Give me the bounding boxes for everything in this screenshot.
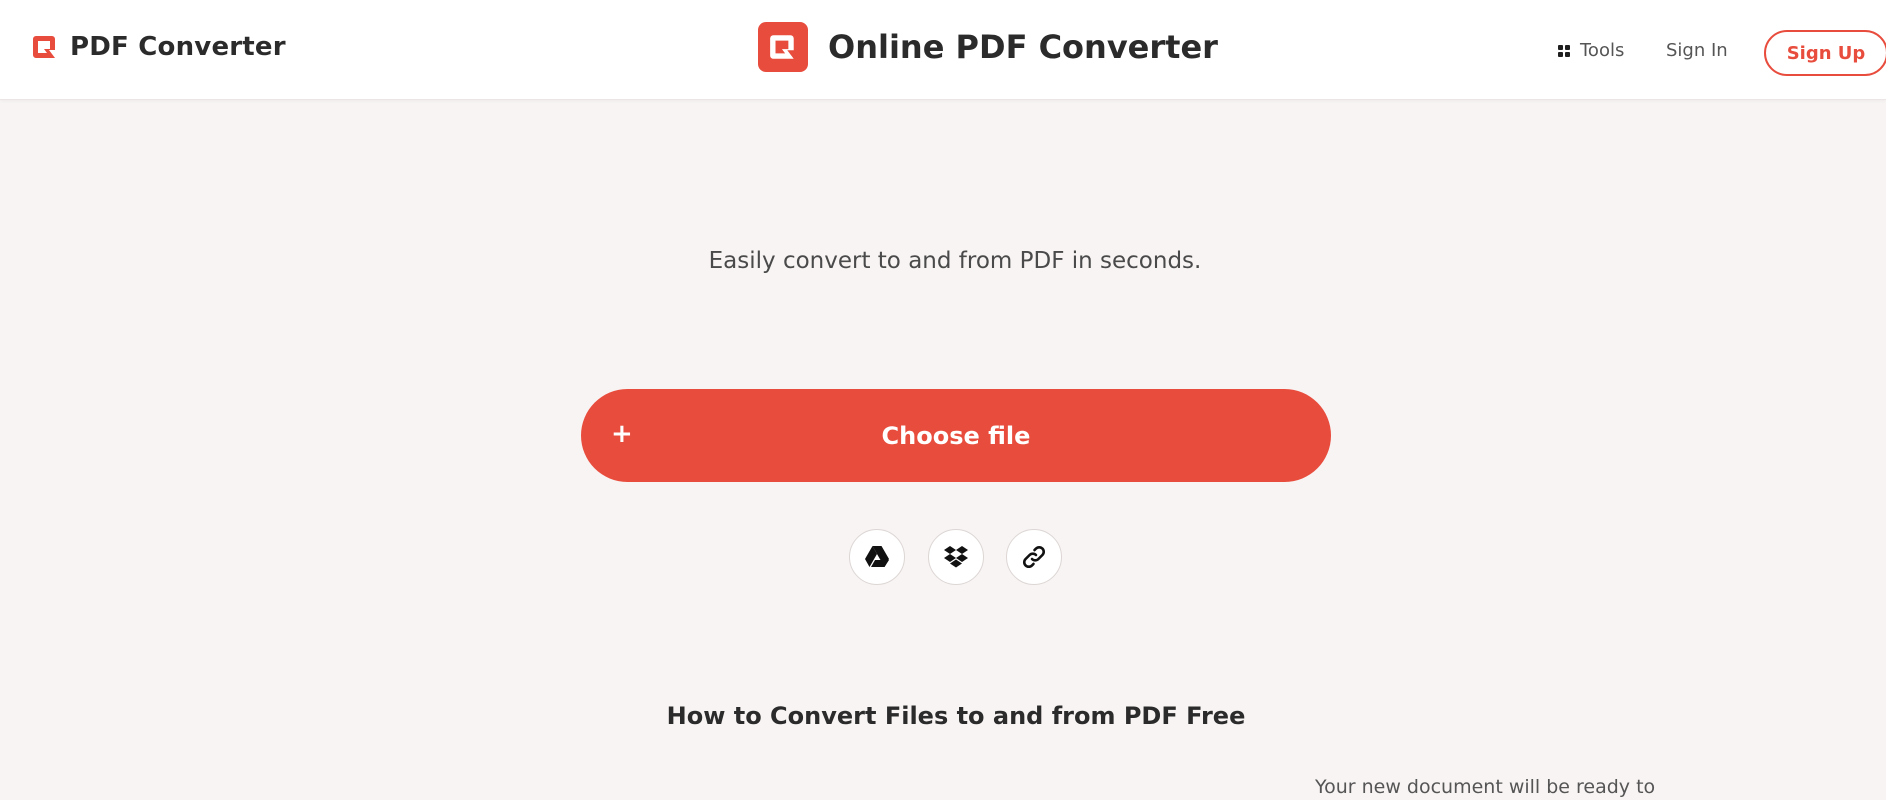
pdf-converter-logo-icon bbox=[33, 36, 55, 58]
dropbox-button[interactable] bbox=[928, 529, 984, 585]
link-url-button[interactable] bbox=[1006, 529, 1062, 585]
top-header: PDF Converter Online PDF Converter Tools… bbox=[0, 0, 1886, 100]
google-drive-button[interactable] bbox=[849, 529, 905, 585]
tools-menu[interactable]: Tools bbox=[1558, 40, 1624, 61]
tools-label: Tools bbox=[1580, 40, 1625, 61]
how-to-heading: How to Convert Files to and from PDF Fre… bbox=[666, 702, 1246, 730]
choose-file-label: Choose file bbox=[881, 421, 1031, 450]
step-description: Your new document will be ready to bbox=[1315, 776, 1656, 798]
sign-up-button[interactable]: Sign Up bbox=[1764, 30, 1886, 76]
sign-in-link[interactable]: Sign In bbox=[1666, 40, 1728, 61]
app-logo-icon bbox=[758, 22, 808, 72]
page-title: Online PDF Converter bbox=[828, 28, 1218, 66]
brand[interactable]: PDF Converter bbox=[32, 32, 286, 62]
dropbox-icon bbox=[944, 546, 968, 568]
tagline: Easily convert to and from PDF in second… bbox=[708, 248, 1202, 274]
center-title: Online PDF Converter bbox=[758, 22, 1218, 72]
grid-icon bbox=[1558, 44, 1570, 57]
google-drive-icon bbox=[865, 546, 889, 567]
link-icon bbox=[1022, 545, 1046, 569]
choose-file-button[interactable]: + Choose file bbox=[581, 389, 1331, 482]
brand-name: PDF Converter bbox=[70, 32, 286, 62]
plus-icon: + bbox=[611, 419, 633, 449]
